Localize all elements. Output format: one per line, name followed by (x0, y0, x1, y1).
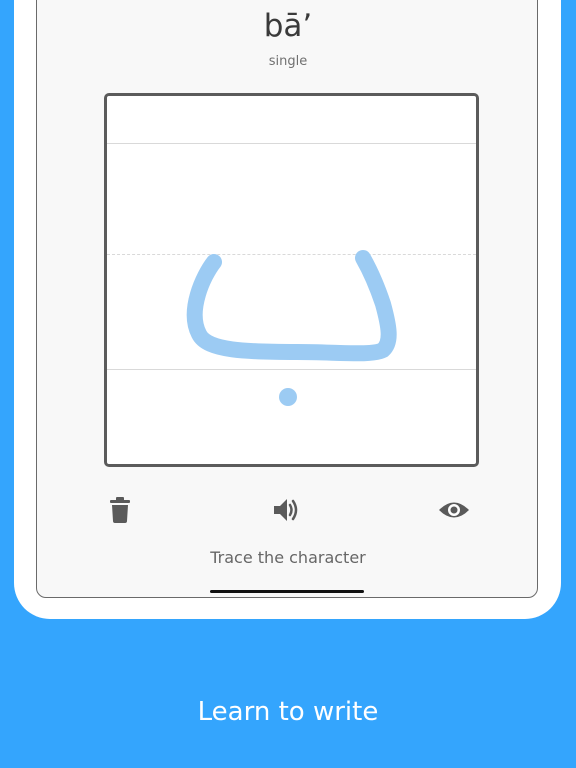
home-indicator[interactable] (210, 590, 364, 593)
clear-button[interactable] (102, 492, 138, 528)
instruction-text: Trace the character (210, 548, 366, 567)
play-sound-button[interactable] (269, 492, 305, 528)
trash-icon (110, 497, 130, 523)
character-dot (279, 388, 297, 406)
character-meaning: single (268, 54, 308, 69)
promo-caption: Learn to write (197, 697, 379, 727)
speaker-icon (274, 499, 298, 521)
show-character-button[interactable] (436, 492, 472, 528)
eye-icon (439, 502, 469, 518)
character-stroke (186, 250, 397, 362)
character-romanization: bāʼ (263, 8, 313, 44)
drawing-canvas[interactable] (104, 93, 479, 467)
traced-stroke (186, 250, 397, 406)
